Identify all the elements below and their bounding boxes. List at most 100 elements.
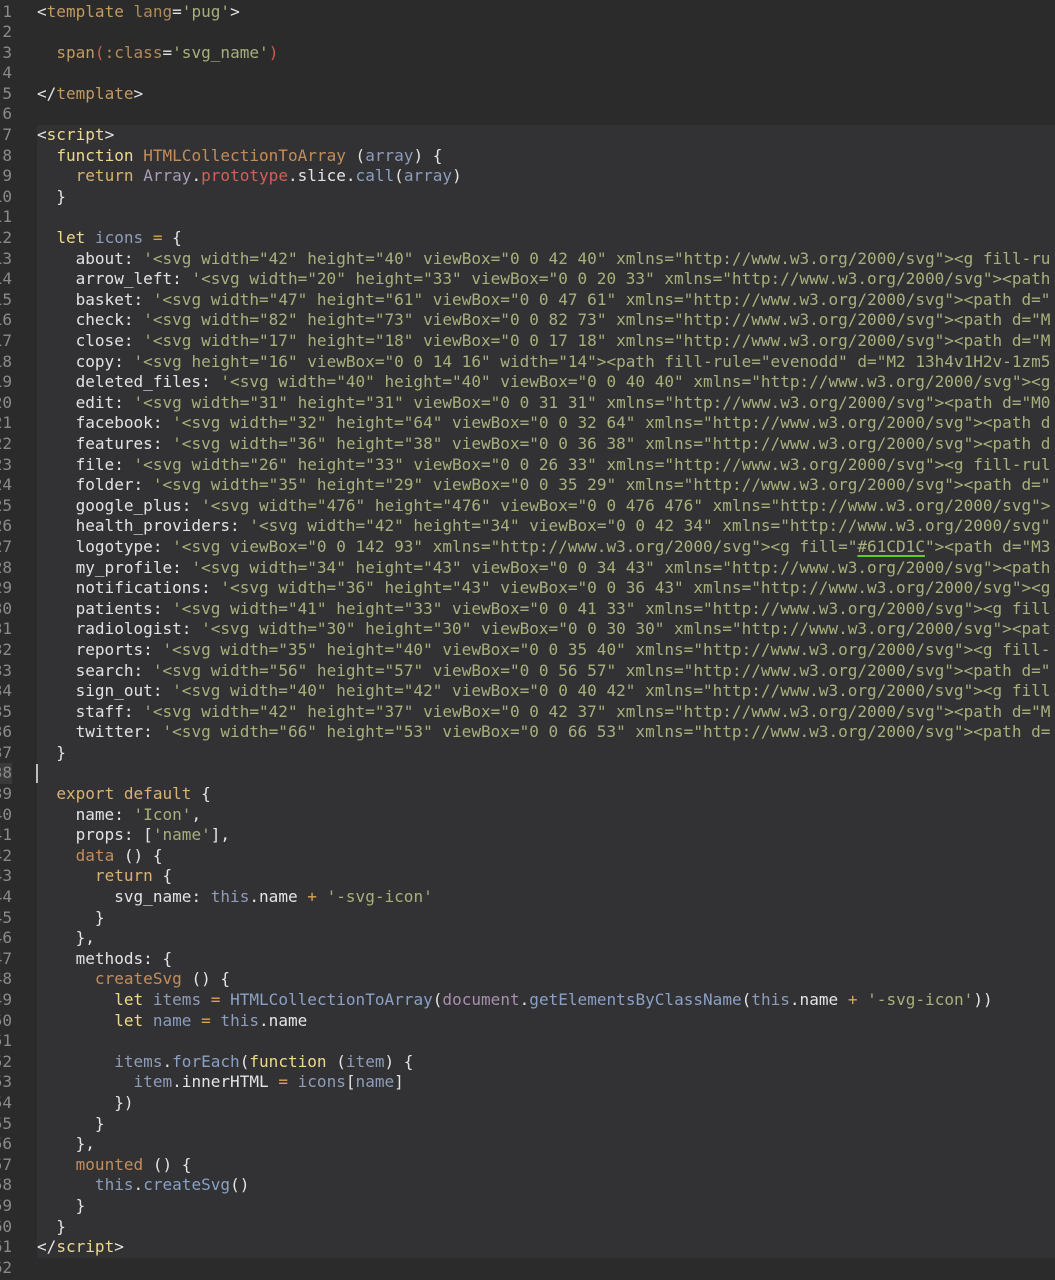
code-line[interactable]: 58 this.createSvg(): [0, 1175, 1055, 1196]
code-line[interactable]: 46 },: [0, 928, 1055, 949]
code-token: '<svg width="35" height="29" viewBox="0 …: [152, 475, 1051, 495]
code-line[interactable]: 14 arrow_left: '<svg width="20" height="…: [0, 269, 1055, 290]
code-line[interactable]: 45 }: [0, 908, 1055, 929]
code-token: name: [37, 804, 115, 824]
code-line[interactable]: 21 facebook: '<svg width="32" height="64…: [0, 413, 1055, 434]
code-token: arrow_left: [37, 269, 173, 289]
code-token: this: [220, 1010, 260, 1030]
code-line[interactable]: 51: [0, 1031, 1055, 1052]
code-line[interactable]: 48 createSvg () {: [0, 969, 1055, 990]
code-line[interactable]: 62: [0, 1258, 1055, 1279]
code-line[interactable]: 59 }: [0, 1196, 1055, 1217]
code-line[interactable]: 61 </script>: [0, 1237, 1055, 1258]
code-line[interactable]: 2: [0, 22, 1055, 43]
code-line[interactable]: 8 function HTMLCollectionToArray (array)…: [0, 146, 1055, 167]
code-line[interactable]: 55 }: [0, 1114, 1055, 1135]
code-line[interactable]: 7 <script>: [0, 125, 1055, 146]
code-line[interactable]: 32 reports: '<svg width="35" height="40"…: [0, 640, 1055, 661]
line-number: 20: [0, 392, 12, 412]
code-line[interactable]: 38: [0, 763, 1055, 785]
code-token: '<svg width="42" height="40" viewBox="0 …: [143, 248, 1051, 268]
code-text: my_profile: '<svg width="34" height="43"…: [37, 558, 1051, 579]
code-line[interactable]: 23 file: '<svg width="26" height="33" vi…: [0, 455, 1055, 476]
code-line[interactable]: 29 notifications: '<svg width="36" heigh…: [0, 578, 1055, 599]
code-token: : [: [123, 825, 153, 845]
code-line[interactable]: 36 twitter: '<svg width="66" height="53"…: [0, 722, 1055, 743]
code-line[interactable]: 53 item.innerHTML = icons[name]: [0, 1072, 1055, 1093]
code-line[interactable]: 6: [0, 104, 1055, 125]
code-line[interactable]: 1 <template lang='pug'>: [0, 2, 1055, 23]
code-line[interactable]: 35 staff: '<svg width="42" height="37" v…: [0, 702, 1055, 723]
code-token: this: [94, 1175, 134, 1195]
code-line[interactable]: 24 folder: '<svg width="35" height="29" …: [0, 475, 1055, 496]
code-token: }: [37, 907, 105, 927]
code-line[interactable]: 60 }: [0, 1217, 1055, 1238]
code-text: facebook: '<svg width="32" height="64" v…: [37, 413, 1051, 434]
code-line[interactable]: 49 let items = HTMLCollectionToArray(doc…: [0, 990, 1055, 1011]
code-token: mounted: [75, 1154, 144, 1174]
code-token: >: [133, 83, 144, 103]
code-line[interactable]: 16 check: '<svg width="82" height="73" v…: [0, 310, 1055, 331]
code-line[interactable]: 40 name: 'Icon',: [0, 805, 1055, 826]
code-line[interactable]: 5 </template>: [0, 84, 1055, 105]
code-line[interactable]: 57 mounted () {: [0, 1155, 1055, 1176]
code-line[interactable]: 37 }: [0, 743, 1055, 764]
code-line[interactable]: 19 deleted_files: '<svg width="40" heigh…: [0, 372, 1055, 393]
code-text: return Array.prototype.slice.call(array): [37, 166, 462, 187]
code-line[interactable]: 27 logotype: '<svg viewBox="0 0 142 93" …: [0, 537, 1055, 558]
line-number: 33: [0, 660, 12, 680]
code-line[interactable]: 42 data () {: [0, 846, 1055, 867]
code-line[interactable]: 50 let name = this.name: [0, 1011, 1055, 1032]
code-token: =: [172, 1, 182, 21]
code-line[interactable]: 30 patients: '<svg width="41" height="33…: [0, 599, 1055, 620]
code-line[interactable]: 47 methods: {: [0, 949, 1055, 970]
code-line[interactable]: 39 export default {: [0, 784, 1055, 805]
code-line[interactable]: 43 return {: [0, 866, 1055, 887]
code-line[interactable]: 9 return Array.prototype.slice.call(arra…: [0, 166, 1055, 187]
code-token: ],: [210, 825, 231, 845]
code-token: :: [123, 701, 144, 721]
code-line[interactable]: 44 svg_name: this.name + '-svg-icon': [0, 887, 1055, 908]
code-line[interactable]: 22 features: '<svg width="36" height="38…: [0, 434, 1055, 455]
code-line[interactable]: 18 copy: '<svg height="16" viewBox="0 0 …: [0, 352, 1055, 373]
code-line[interactable]: 33 search: '<svg width="56" height="57" …: [0, 661, 1055, 682]
code-line[interactable]: 31 radiologist: '<svg width="30" height=…: [0, 619, 1055, 640]
code-token: {: [162, 228, 182, 248]
code-token: '<svg width="26" height="33" viewBox="0 …: [133, 454, 1051, 474]
code-token: '<svg width="36" height="38" viewBox="0 …: [172, 433, 1051, 453]
code-line[interactable]: 26 health_providers: '<svg width="42" he…: [0, 516, 1055, 537]
code-text: </template>: [37, 84, 143, 105]
code-line[interactable]: 10 }: [0, 187, 1055, 208]
code-line[interactable]: 17 close: '<svg width="17" height="18" v…: [0, 331, 1055, 352]
code-lines[interactable]: 1 <template lang='pug'> 2 3 span(:class='sv…: [0, 2, 1055, 1279]
code-line[interactable]: 13 about: '<svg width="42" height="40" v…: [0, 249, 1055, 270]
code-line[interactable]: 25 google_plus: '<svg width="476" height…: [0, 496, 1055, 517]
code-line[interactable]: 15 basket: '<svg width="47" height="61" …: [0, 290, 1055, 311]
code-line[interactable]: 56 },: [0, 1134, 1055, 1155]
code-line[interactable]: 34 sign_out: '<svg width="40" height="42…: [0, 681, 1055, 702]
code-line[interactable]: 4: [0, 63, 1055, 84]
code-token: about: [37, 248, 124, 268]
code-line[interactable]: 11: [0, 207, 1055, 228]
line-number: 6: [2, 104, 12, 124]
code-line[interactable]: 20 edit: '<svg width="31" height="31" vi…: [0, 393, 1055, 414]
code-token: (: [345, 145, 366, 165]
code-line[interactable]: 28 my_profile: '<svg width="34" height="…: [0, 558, 1055, 579]
code-token: () {: [181, 969, 231, 989]
line-number: 39: [0, 784, 12, 804]
code-token: document: [442, 990, 520, 1009]
code-token: :: [172, 269, 192, 289]
code-line[interactable]: 41 props: ['name'],: [0, 825, 1055, 846]
code-line[interactable]: 52 items.forEach(function (item) {: [0, 1052, 1055, 1073]
code-line[interactable]: 3 span(:class='svg_name'): [0, 43, 1055, 64]
code-line[interactable]: 54 }): [0, 1093, 1055, 1114]
code-token: : {: [143, 948, 173, 968]
code-token: sign_out: [37, 681, 153, 701]
code-token: getElementsByClassName: [529, 990, 742, 1009]
code-line[interactable]: 12 let icons = {: [0, 228, 1055, 249]
code-editor[interactable]: 1 <template lang='pug'> 2 3 span(:class='sv…: [0, 0, 1055, 1280]
